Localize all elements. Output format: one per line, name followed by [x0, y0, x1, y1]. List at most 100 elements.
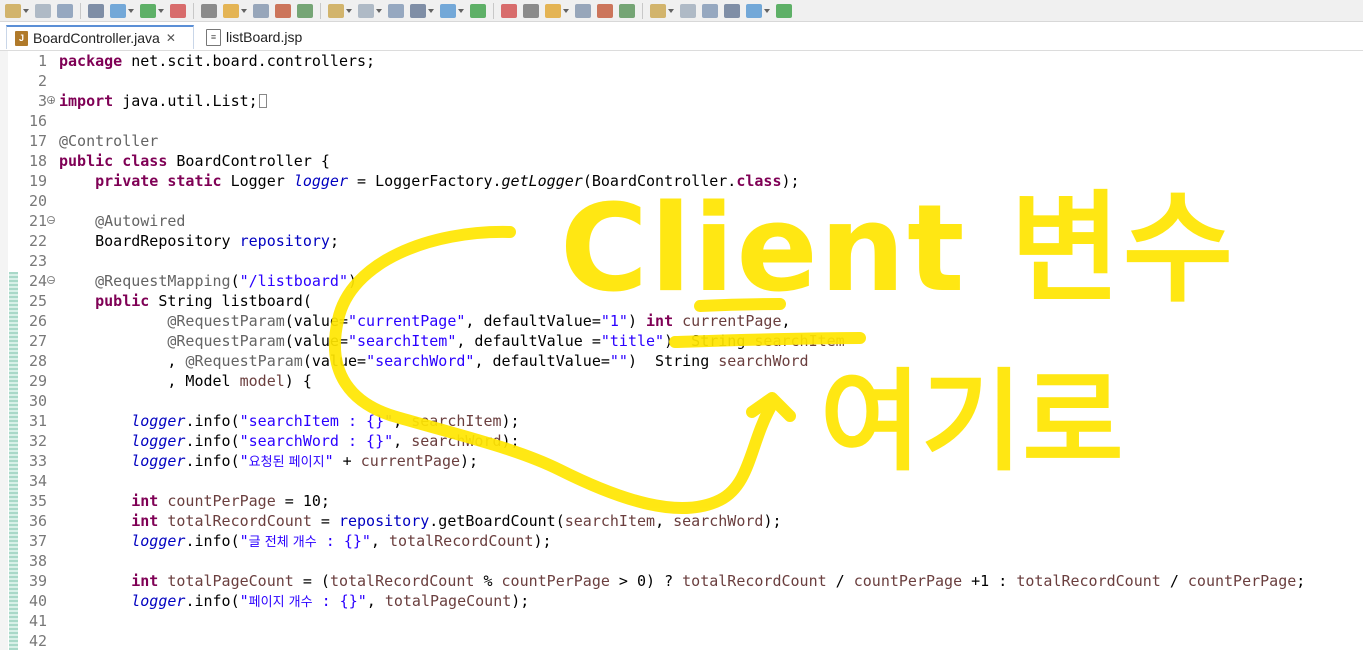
- line-number: 41: [28, 612, 47, 630]
- save-all-icon[interactable]: [57, 3, 73, 18]
- line-number: 24: [28, 272, 47, 290]
- code-text: int countPerPage = 10;: [131, 492, 330, 510]
- refresh-icon[interactable]: [170, 3, 186, 18]
- line-number: 22: [28, 232, 47, 250]
- toolbar-separator: [493, 2, 494, 19]
- code-line: 24− @RequestMapping("/listboard"): [0, 271, 1363, 291]
- code-text: @RequestParam(value="currentPage", defau…: [167, 312, 791, 330]
- toolbar-separator: [642, 2, 643, 19]
- close-icon[interactable]: ✕: [166, 31, 176, 45]
- code-line: 29 , Model model) {: [0, 371, 1363, 391]
- java-file-icon: J: [15, 30, 28, 46]
- code-text: logger.info("페이지 개수 : {}", totalPageCoun…: [131, 592, 530, 610]
- pilcrow-icon[interactable]: [297, 3, 313, 18]
- line-number: 16: [28, 112, 47, 130]
- maximize-icon[interactable]: [776, 3, 792, 18]
- folded-import-marker[interactable]: [258, 94, 267, 108]
- debug-icon[interactable]: [328, 3, 352, 18]
- tab-listboard[interactable]: ≡ listBoard.jsp: [198, 25, 318, 49]
- main-toolbar: [0, 0, 1363, 22]
- tab-label: listBoard.jsp: [226, 29, 303, 45]
- line-number: 17: [28, 132, 47, 150]
- line-number: 27: [28, 332, 47, 350]
- code-line: 23: [0, 251, 1363, 271]
- line-number: 34: [28, 472, 47, 490]
- code-text: public class BoardController {: [59, 152, 330, 170]
- line-number: 32: [28, 432, 47, 450]
- collapse-fold-icon[interactable]: −: [47, 276, 55, 285]
- code-text: int totalRecordCount = repository.getBoa…: [131, 512, 782, 530]
- new-java-project-icon[interactable]: [470, 3, 486, 18]
- line-number: 21: [28, 212, 47, 230]
- line-number: 23: [28, 252, 47, 270]
- search-icon[interactable]: [597, 3, 613, 18]
- code-line: 19 private static Logger logger = Logger…: [0, 171, 1363, 191]
- code-line: 21− @Autowired: [0, 211, 1363, 231]
- open-type-icon[interactable]: [545, 3, 569, 18]
- expand-fold-icon[interactable]: +: [47, 96, 55, 105]
- next-annotation-icon[interactable]: [650, 3, 674, 18]
- open-folder-icon[interactable]: [619, 3, 635, 18]
- line-number: 37: [28, 532, 47, 550]
- line-number: 18: [28, 152, 47, 170]
- code-line: 41: [0, 611, 1363, 631]
- new-dropdown-icon[interactable]: [5, 3, 29, 18]
- code-line: 18 public class BoardController {: [0, 151, 1363, 171]
- code-text: public String listboard(: [95, 292, 312, 310]
- line-number: 36: [28, 512, 47, 530]
- run-icon[interactable]: [358, 3, 382, 18]
- line-number: 29: [28, 372, 47, 390]
- code-line: 31 logger.info("searchItem : {}", search…: [0, 411, 1363, 431]
- collapse-fold-icon[interactable]: −: [47, 216, 55, 225]
- code-line: 40 logger.info("페이지 개수 : {}", totalPageC…: [0, 591, 1363, 611]
- block-selection-icon[interactable]: [275, 3, 291, 18]
- toolbar-separator: [193, 2, 194, 19]
- code-text: , @RequestParam(value="searchWord", defa…: [59, 352, 809, 370]
- open-task-icon[interactable]: [575, 3, 591, 18]
- line-number: 40: [28, 592, 47, 610]
- show-whitespace-icon[interactable]: [253, 3, 269, 18]
- external-tools-icon[interactable]: [440, 3, 464, 18]
- code-text: @RequestMapping("/listboard"): [95, 272, 358, 290]
- coverage-icon[interactable]: [388, 3, 404, 18]
- code-text: import java.util.List;: [59, 91, 267, 111]
- code-text: @Autowired: [95, 212, 186, 230]
- code-line: 28 , @RequestParam(value="searchWord", d…: [0, 351, 1363, 371]
- code-line: 2: [0, 71, 1363, 91]
- line-number: 2: [37, 72, 47, 90]
- code-text: private static Logger logger = LoggerFac…: [95, 172, 800, 190]
- code-text: logger.info("글 전체 개수 : {}", totalRecordC…: [131, 532, 552, 550]
- forward-icon[interactable]: [746, 3, 770, 18]
- editor-tab-bar: J BoardController.java ✕ ≡ listBoard.jsp: [0, 23, 1363, 51]
- code-line: 35 int countPerPage = 10;: [0, 491, 1363, 511]
- print-icon[interactable]: [88, 3, 104, 18]
- toolbar-separator: [320, 2, 321, 19]
- last-edit-icon[interactable]: [702, 3, 718, 18]
- code-line: 39 int totalPageCount = (totalRecordCoun…: [0, 571, 1363, 591]
- breakpoint-icon[interactable]: [110, 3, 134, 18]
- code-line: 30: [0, 391, 1363, 411]
- tab-boardcontroller[interactable]: J BoardController.java ✕: [6, 25, 194, 49]
- run-last-icon[interactable]: [140, 3, 164, 18]
- new-class-icon[interactable]: [523, 3, 539, 18]
- line-number: 30: [28, 392, 47, 410]
- new-package-icon[interactable]: [501, 3, 517, 18]
- prev-annotation-icon[interactable]: [680, 3, 696, 18]
- stop-icon[interactable]: [410, 3, 434, 18]
- line-number: 42: [28, 632, 47, 650]
- line-number: 39: [28, 572, 47, 590]
- code-line: 33 logger.info("요청된 페이지" + currentPage);: [0, 451, 1363, 471]
- code-text: BoardRepository repository;: [59, 232, 339, 250]
- save-icon[interactable]: [35, 3, 51, 18]
- code-text: @RequestParam(value="searchItem", defaul…: [167, 332, 845, 350]
- code-text: package net.scit.board.controllers;: [59, 52, 376, 70]
- pin-icon[interactable]: [201, 3, 217, 18]
- highlight-icon[interactable]: [223, 3, 247, 18]
- code-text: int totalPageCount = (totalRecordCount %…: [131, 572, 1306, 590]
- line-number: 35: [28, 492, 47, 510]
- code-text: logger.info("요청된 페이지" + currentPage);: [131, 452, 479, 470]
- code-line: 16: [0, 111, 1363, 131]
- line-number: 26: [28, 312, 47, 330]
- back-icon[interactable]: [724, 3, 740, 18]
- code-text: @Controller: [59, 132, 159, 150]
